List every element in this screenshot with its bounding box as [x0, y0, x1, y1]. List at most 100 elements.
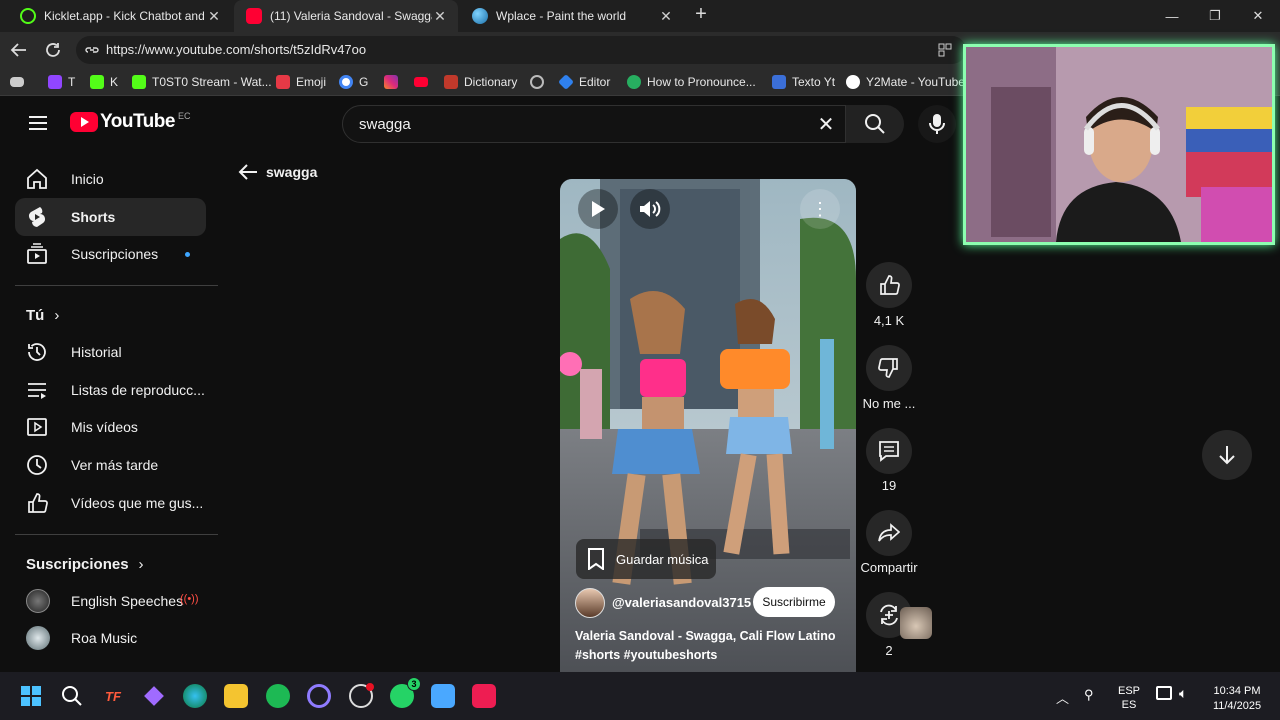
clear-search-icon[interactable]: ✕ — [813, 112, 839, 138]
windows-taskbar: TF 3 ︿ ⚲ ESP ES 🔈︎ 10:34 PM 11/4/2025 — [0, 672, 1280, 720]
chevron-right-icon: › — [138, 556, 144, 573]
comments-button[interactable] — [866, 428, 912, 474]
language-indicator[interactable]: ESP ES — [1115, 684, 1143, 712]
close-tab-icon[interactable]: ✕ — [658, 8, 674, 25]
bookmark-twitch[interactable]: T — [48, 73, 75, 91]
taskbar-search-button[interactable] — [60, 684, 84, 708]
next-short-button[interactable] — [1202, 430, 1252, 480]
sidebar-item-historial[interactable]: Historial — [15, 333, 206, 371]
network-icon[interactable]: ⚲ — [1084, 687, 1094, 703]
taskbar-notepad-icon[interactable] — [431, 684, 455, 708]
chevron-up-icon[interactable]: ︿ — [1056, 688, 1069, 707]
tab-kicklet[interactable]: Kicklet.app - Kick Chatbot and Ov ✕ — [8, 0, 232, 32]
like-button[interactable] — [866, 262, 912, 308]
close-window-button[interactable]: ✕ — [1236, 0, 1280, 32]
taskbar-spotify-icon[interactable] — [266, 684, 290, 708]
back-to-search[interactable]: swagga — [238, 163, 317, 181]
sidebar-item-videos-que-me-gustan[interactable]: Vídeos que me gus... — [15, 484, 206, 522]
subscription-roa-music[interactable]: Roa Music — [15, 619, 206, 657]
more-options-button[interactable]: ⋮ — [800, 189, 840, 229]
tab-youtube[interactable]: (11) Valeria Sandoval - Swagga, C ✕ — [234, 0, 458, 32]
subscription-english-speeches[interactable]: English Speeches ((•)) — [15, 582, 206, 620]
taskbar-whatsapp-icon[interactable]: 3 — [390, 677, 421, 708]
bookmark-tosto-stream[interactable]: T0ST0 Stream - Wat... — [132, 73, 272, 91]
instagram-icon — [384, 75, 398, 89]
bookmark-label: T0ST0 Stream - Wat... — [152, 75, 272, 89]
bookmark-kick[interactable]: K — [90, 73, 118, 91]
sidebar-item-label: English Speeches — [71, 593, 184, 609]
apps-icon[interactable] — [938, 43, 952, 57]
section-subscriptions[interactable]: Suscripciones › — [26, 556, 144, 573]
bookmark-dictionary[interactable]: Dictionary — [444, 73, 517, 91]
cat-thumbnail — [900, 607, 932, 639]
play-button[interactable] — [578, 189, 618, 229]
playlists-icon — [25, 379, 49, 401]
sidebar-divider — [15, 534, 218, 535]
channel-name[interactable]: @valeriasandoval3715 — [612, 595, 751, 610]
share-button[interactable] — [866, 510, 912, 556]
bookmark-openai[interactable] — [530, 73, 550, 91]
search-box[interactable]: swagga ✕ — [342, 105, 846, 143]
reload-button[interactable] — [40, 38, 66, 62]
taskbar-tf-app-icon[interactable]: TF — [101, 684, 125, 708]
back-button[interactable] — [6, 38, 32, 62]
video-title[interactable]: Valeria Sandoval - Swagga, Cali Flow Lat… — [575, 629, 835, 643]
dislike-button[interactable] — [866, 345, 912, 391]
bookmark-emoji[interactable]: Emoji — [276, 73, 326, 91]
sidebar-item-suscripciones[interactable]: Suscripciones — [15, 235, 206, 273]
bookmark-label: G — [359, 75, 369, 89]
save-music-button[interactable]: Guardar música — [576, 539, 716, 579]
channel-avatar[interactable] — [575, 588, 605, 618]
home-icon — [25, 168, 49, 190]
bookmark-youtube[interactable] — [414, 73, 434, 91]
bookmark-instagram[interactable] — [384, 73, 404, 91]
speaker-icon[interactable]: 🔈︎ — [1179, 685, 1187, 702]
new-tab-button[interactable]: + — [690, 4, 712, 26]
tab-wplace[interactable]: Wplace - Paint the world ✕ — [460, 0, 684, 32]
bookmark-editor[interactable]: Editor — [558, 73, 610, 91]
section-you[interactable]: Tú › — [26, 307, 59, 324]
bookmark-controller-icon[interactable] — [10, 73, 30, 91]
kick-icon — [90, 75, 104, 89]
minimize-button[interactable]: — — [1150, 0, 1194, 32]
openai-icon — [530, 75, 544, 89]
shorts-video-player[interactable]: ⋮ Guardar música @valeriasandoval3715 Su… — [560, 179, 856, 674]
bookmark-how-to-pronounce[interactable]: How to Pronounce... — [627, 73, 756, 91]
hamburger-menu-icon[interactable] — [28, 114, 48, 132]
liked-videos-icon — [25, 492, 49, 514]
search-button[interactable] — [846, 105, 904, 143]
bookmark-texto-yt[interactable]: Texto Yt — [772, 73, 835, 91]
start-button[interactable] — [19, 684, 43, 708]
search-input[interactable]: swagga — [359, 116, 411, 133]
sidebar-item-mis-videos[interactable]: Mis vídeos — [15, 408, 206, 446]
sidebar-divider — [15, 285, 218, 286]
bookmark-label: Emoji — [296, 75, 327, 89]
youtube-logo[interactable]: YouTube EC — [70, 111, 190, 133]
taskbar-obs-icon[interactable] — [349, 683, 374, 708]
close-tab-icon[interactable]: ✕ — [432, 8, 448, 25]
taskbar-file-explorer-icon[interactable] — [224, 684, 248, 708]
subscribe-button[interactable]: Suscribirme — [753, 587, 835, 617]
taskbar-edge-icon[interactable] — [183, 684, 207, 708]
sidebar-item-ver-mas-tarde[interactable]: Ver más tarde — [15, 446, 206, 484]
chevron-right-icon: › — [54, 307, 60, 324]
voice-search-button[interactable] — [918, 105, 956, 143]
sidebar-item-inicio[interactable]: Inicio — [15, 160, 206, 198]
volume-button[interactable] — [630, 189, 670, 229]
site-info-icon[interactable] — [85, 43, 99, 57]
taskbar-tiktok-icon[interactable] — [472, 684, 496, 708]
taskbar-app-diamond-icon[interactable] — [142, 684, 166, 708]
bookmark-google[interactable]: G — [339, 73, 368, 91]
taskbar-app-circle-icon[interactable] — [307, 684, 331, 708]
bookmark-y2mate[interactable]: Y2Mate - YouTube — [846, 73, 965, 91]
address-bar[interactable]: https://www.youtube.com/shorts/t5zIdRv47… — [76, 36, 966, 64]
clock[interactable]: 10:34 PM 11/4/2025 — [1204, 684, 1270, 714]
close-tab-icon[interactable]: ✕ — [206, 8, 222, 25]
maximize-button[interactable]: ❐ — [1193, 0, 1237, 32]
sidebar-item-listas[interactable]: Listas de reproducc... — [15, 371, 206, 409]
bookmark-label: K — [110, 75, 119, 89]
video-hashtags[interactable]: #shorts #youtubeshorts — [575, 648, 717, 662]
sidebar-item-shorts[interactable]: Shorts — [15, 198, 206, 236]
avatar — [26, 589, 50, 613]
display-icon[interactable] — [1156, 686, 1172, 700]
